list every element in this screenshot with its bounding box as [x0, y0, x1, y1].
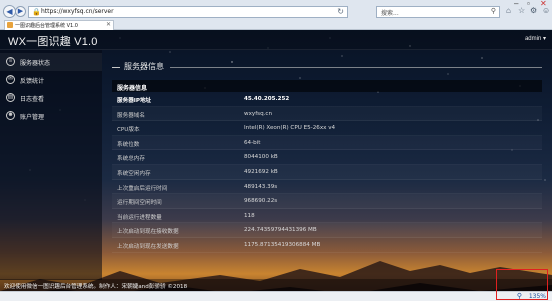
table-row: 服务器IP地址 45.40.205.252 [112, 92, 542, 107]
sidebar-item-label: 账户管理 [20, 114, 45, 121]
tab-active[interactable]: 一图识趣后台管理系统 V1.0 ✕ [4, 20, 114, 30]
row-key: 系统总内存 [117, 156, 145, 163]
table-row: 当前运行进程数量 118 [112, 209, 542, 224]
row-key: CPU版本 [117, 127, 140, 134]
table-row: CPU版本 Intel(R) Xeon(R) CPU E5-26xx v4 [112, 121, 542, 136]
feedback-icon: ✉ [6, 75, 15, 84]
table-header-text: 服务器信息 [117, 85, 148, 92]
sidebar-item-feedback[interactable]: ✉ 反馈统计 [0, 71, 102, 89]
account-icon: ☻ [6, 111, 15, 120]
row-value: 489143.39s [244, 183, 278, 190]
user-menu[interactable]: admin ▾ [525, 35, 546, 42]
table-row: 服务器域名 wxyfsq.cn [112, 107, 542, 122]
row-value: 224.74359794431396 MB [244, 227, 317, 234]
table-row: 系统位数 64-bit [112, 136, 542, 151]
row-value: wxyfsq.cn [244, 110, 273, 117]
maximize-icon[interactable]: ▫ [527, 0, 530, 8]
row-key: 系统空闲内存 [117, 171, 151, 177]
row-key: 服务器域名 [117, 112, 145, 119]
address-bar[interactable]: 🔒 https://wxyfsq.cn/server ↻ [28, 6, 348, 18]
tab-row: 一图识趣后台管理系统 V1.0 ✕ [0, 20, 552, 30]
sidebar-item-logs[interactable]: ▤ 日志查看 [0, 89, 102, 107]
browser-search-input[interactable]: 搜索... ⚲ [376, 6, 500, 18]
favorites-star-icon[interactable]: ☆ [518, 6, 525, 15]
row-key: 服务器IP地址 [117, 98, 152, 104]
zoom-magnifier-icon[interactable]: ⚲ [517, 292, 522, 300]
close-window-icon[interactable]: ✕ [540, 0, 547, 8]
row-value: 45.40.205.252 [244, 96, 290, 102]
settings-gear-icon[interactable]: ⚙ [530, 6, 537, 15]
table-row: 上次重启后运行时间 489143.39s [112, 180, 542, 195]
zoom-level[interactable]: 135% [529, 293, 546, 300]
section-divider [170, 67, 542, 68]
address-row: ◀ ▶ 🔒 https://wxyfsq.cn/server ↻ 搜索... ⚲… [0, 5, 552, 19]
row-key: 上次启动到现在接收数据 [117, 229, 179, 236]
app-title: WX一图识趣 V1.0 [8, 36, 98, 48]
row-key: 系统位数 [117, 141, 140, 148]
sidebar-item-label: 反馈统计 [20, 78, 45, 85]
log-icon: ▤ [6, 93, 15, 102]
row-value: 8044100 kB [244, 154, 278, 161]
table-row: 系统总内存 8044100 kB [112, 150, 542, 165]
forward-button[interactable]: ▶ [15, 6, 26, 17]
row-value: Intel(R) Xeon(R) CPU E5-26xx v4 [244, 125, 336, 132]
page-footer: 欢迎使用微信一图识趣后台管理系统。制作人：宋朝婕and彭骄骄 ©2018 [0, 279, 552, 291]
server-icon: ≡ [6, 57, 15, 66]
row-key: 运行期间空闲时间 [117, 200, 162, 207]
address-url: https://wxyfsq.cn/server [41, 8, 114, 15]
page-background: WX一图识趣 V1.0 admin ▾ ≡ 服务器状态 ✉ 反馈统计 ▤ 日志查… [0, 30, 552, 301]
row-value: 968690.22s [244, 198, 278, 205]
row-key: 上次启动到现在发送数据 [117, 244, 179, 250]
home-icon[interactable]: ⌂ [506, 6, 511, 15]
sidebar-item-label: 服务器状态 [20, 60, 51, 67]
row-value: 64-bit [244, 139, 261, 146]
table-row: 上次启动到现在接收数据 224.74359794431396 MB [112, 223, 542, 238]
refresh-icon[interactable]: ↻ [337, 7, 344, 16]
search-icon[interactable]: ⚲ [491, 7, 496, 15]
minimize-icon[interactable]: – [514, 0, 518, 8]
sidebar-item-label: 日志查看 [20, 96, 45, 103]
lock-icon: 🔒 [32, 9, 41, 16]
section-title-text: 服务器信息 [124, 62, 164, 71]
row-key: 上次重启后运行时间 [117, 185, 168, 192]
tab-title: 一图识趣后台管理系统 V1.0 [15, 23, 78, 29]
table-row: 上次启动到现在发送数据 1175.87135419306884 MB [112, 238, 542, 253]
browser-statusbar: ⚲ 135% [0, 291, 552, 301]
table-header: 服务器信息 [112, 80, 542, 92]
sidebar-item-accounts[interactable]: ☻ 账户管理 [0, 107, 102, 125]
search-placeholder: 搜索... [381, 10, 399, 17]
table-row: 系统空闲内存 4921692 kB [112, 165, 542, 180]
section-title: 服务器信息 [112, 61, 542, 73]
row-value: 118 [244, 212, 255, 219]
app-header: WX一图识趣 V1.0 admin ▾ [0, 30, 552, 50]
section-divider [112, 67, 120, 68]
browser-chrome: ◀ ▶ 🔒 https://wxyfsq.cn/server ↻ 搜索... ⚲… [0, 0, 552, 30]
table-row: 运行期间空闲时间 968690.22s [112, 194, 542, 209]
row-value: 1175.87135419306884 MB [244, 242, 321, 248]
sidebar-item-server-status[interactable]: ≡ 服务器状态 [0, 53, 102, 71]
sidebar: ≡ 服务器状态 ✉ 反馈统计 ▤ 日志查看 ☻ 账户管理 [0, 50, 102, 280]
footer-text: 欢迎使用微信一图识趣后台管理系统。制作人：宋朝婕and彭骄骄 ©2018 [4, 284, 188, 290]
row-key: 当前运行进程数量 [117, 214, 162, 221]
row-value: 4921692 kB [244, 169, 278, 175]
tab-favicon-icon [7, 22, 13, 28]
tab-close-icon[interactable]: ✕ [106, 21, 111, 28]
